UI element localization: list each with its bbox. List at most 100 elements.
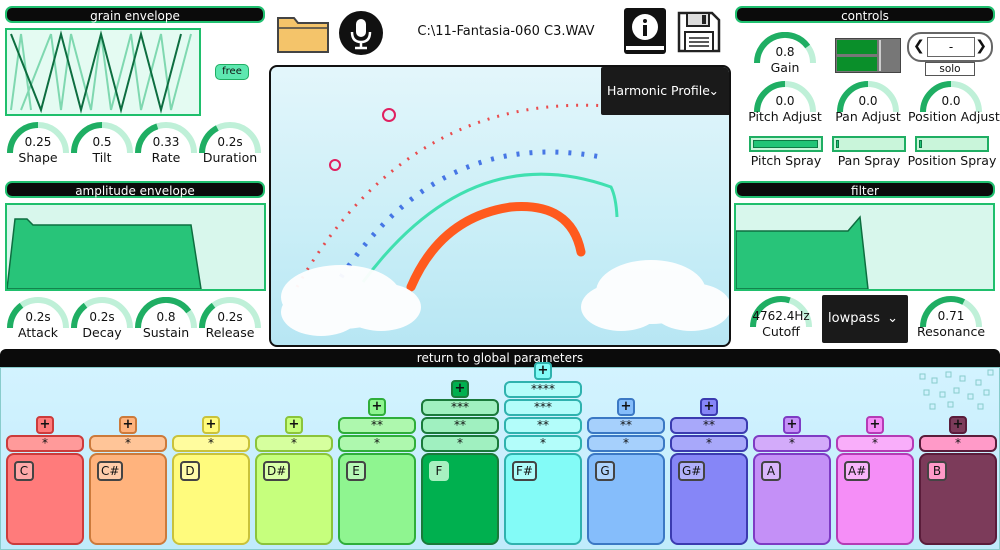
- duration-knob[interactable]: 0.2s Duration: [199, 122, 261, 172]
- release-knob[interactable]: 0.2s Release: [199, 297, 261, 347]
- add-weight-button[interactable]: +: [700, 398, 718, 416]
- pan-adjust-knob[interactable]: 0.0 Pan Adjust: [835, 81, 901, 131]
- pitch-spray-label: Pitch Spray: [750, 153, 822, 168]
- filter-header: filter: [735, 181, 995, 198]
- position-spray-label: Position Spray: [907, 153, 997, 168]
- resonance-knob[interactable]: 0.71 Resonance: [917, 296, 985, 346]
- tilt-value: 0.5: [92, 135, 112, 149]
- key-f[interactable]: F: [421, 453, 499, 545]
- grid-pattern: [918, 368, 996, 414]
- weight-level[interactable]: ***: [504, 399, 582, 416]
- weight-level[interactable]: *: [836, 435, 914, 452]
- weight-level[interactable]: *: [338, 435, 416, 452]
- filter-type-dropdown[interactable]: lowpass ⌄: [822, 295, 908, 343]
- controls-header: controls: [735, 6, 995, 23]
- note-label: A: [761, 461, 781, 481]
- weight-level[interactable]: *: [753, 435, 831, 452]
- note-label: A#: [844, 461, 871, 481]
- sustain-value: 0.8: [156, 310, 176, 324]
- note-label: G#: [678, 461, 706, 481]
- folder-icon[interactable]: [276, 10, 330, 58]
- duration-label: Duration: [202, 150, 258, 165]
- harmonic-profile-dropdown[interactable]: Harmonic Profile ⌄: [601, 67, 729, 115]
- attack-value: 0.2s: [25, 310, 51, 324]
- amplitude-envelope-display[interactable]: [5, 203, 266, 291]
- stereo-selector[interactable]: ❮ - ❯: [907, 32, 993, 62]
- add-weight-button[interactable]: +: [451, 380, 469, 398]
- chevron-right-icon[interactable]: ❯: [975, 38, 987, 54]
- weight-level[interactable]: *: [421, 435, 499, 452]
- gain-knob[interactable]: 0.8 Gain: [754, 32, 816, 82]
- add-weight-button[interactable]: +: [949, 416, 967, 434]
- pan-adjust-value: 0.0: [858, 94, 878, 108]
- file-path: C:\11-Fantasia-060 C3.WAV: [417, 24, 595, 39]
- weight-level[interactable]: **: [670, 417, 748, 434]
- filter-type-value: lowpass: [828, 311, 880, 326]
- pitch-adjust-value: 0.0: [775, 94, 795, 108]
- key-a-sharp[interactable]: A#: [836, 453, 914, 545]
- note-label: D#: [263, 461, 291, 481]
- resonance-label: Resonance: [916, 324, 986, 339]
- microphone-icon[interactable]: [338, 10, 384, 60]
- add-weight-button[interactable]: +: [36, 416, 54, 434]
- pitch-spray-slider[interactable]: [749, 136, 823, 152]
- weight-level[interactable]: ****: [504, 381, 582, 398]
- stereo-selector-value: -: [927, 37, 975, 57]
- position-adjust-knob[interactable]: 0.0 Position Adjust: [908, 81, 1000, 131]
- key-c-sharp[interactable]: C#: [89, 453, 167, 545]
- free-button[interactable]: free: [215, 64, 249, 80]
- weight-level[interactable]: **: [421, 417, 499, 434]
- weight-level[interactable]: **: [587, 417, 665, 434]
- weight-level[interactable]: **: [504, 417, 582, 434]
- add-weight-button[interactable]: +: [617, 398, 635, 416]
- solo-button[interactable]: solo: [925, 62, 975, 76]
- harmonic-visualizer[interactable]: Harmonic Profile ⌄: [269, 65, 731, 347]
- position-adjust-value: 0.0: [941, 94, 961, 108]
- add-weight-button[interactable]: +: [368, 398, 386, 416]
- pan-spray-slider[interactable]: [832, 136, 906, 152]
- save-icon[interactable]: [676, 10, 722, 58]
- key-e[interactable]: E: [338, 453, 416, 545]
- chevron-down-icon: ⌄: [887, 311, 898, 326]
- key-a[interactable]: A: [753, 453, 831, 545]
- gain-label: Gain: [770, 60, 800, 75]
- weight-level[interactable]: *: [919, 435, 997, 452]
- key-g[interactable]: G: [587, 453, 665, 545]
- add-weight-button[interactable]: +: [534, 362, 552, 380]
- key-f-sharp[interactable]: F#: [504, 453, 582, 545]
- global-parameters-bar[interactable]: return to global parameters: [0, 349, 1000, 367]
- weight-level[interactable]: ***: [421, 399, 499, 416]
- filter-display[interactable]: [734, 203, 995, 291]
- spray-level-fill: [836, 140, 839, 148]
- add-weight-button[interactable]: +: [866, 416, 884, 434]
- resonance-value: 0.71: [937, 309, 965, 323]
- weight-level[interactable]: *: [670, 435, 748, 452]
- chevron-left-icon[interactable]: ❮: [913, 38, 925, 54]
- add-weight-button[interactable]: +: [783, 416, 801, 434]
- add-weight-button[interactable]: +: [285, 416, 303, 434]
- key-d[interactable]: D: [172, 453, 250, 545]
- key-c[interactable]: C: [6, 453, 84, 545]
- info-icon[interactable]: [622, 6, 668, 60]
- release-value: 0.2s: [217, 310, 243, 324]
- add-weight-button[interactable]: +: [202, 416, 220, 434]
- add-weight-button[interactable]: +: [119, 416, 137, 434]
- weight-level[interactable]: *: [172, 435, 250, 452]
- rate-value: 0.33: [152, 135, 180, 149]
- key-g-sharp[interactable]: G#: [670, 453, 748, 545]
- cutoff-knob[interactable]: 4762.4Hz Cutoff: [750, 296, 812, 346]
- note-label: B: [927, 461, 947, 481]
- weight-level[interactable]: *: [587, 435, 665, 452]
- pan-spray-label: Pan Spray: [837, 153, 901, 168]
- weight-level[interactable]: *: [255, 435, 333, 452]
- position-spray-slider[interactable]: [915, 136, 989, 152]
- key-b[interactable]: B: [919, 453, 997, 545]
- key-d-sharp[interactable]: D#: [255, 453, 333, 545]
- weight-level[interactable]: *: [6, 435, 84, 452]
- pitch-adjust-knob[interactable]: 0.0 Pitch Adjust: [748, 81, 822, 131]
- weight-level[interactable]: *: [504, 435, 582, 452]
- grain-envelope-display[interactable]: [5, 28, 201, 116]
- filter-graph: [735, 215, 869, 290]
- weight-level[interactable]: *: [89, 435, 167, 452]
- weight-level[interactable]: **: [338, 417, 416, 434]
